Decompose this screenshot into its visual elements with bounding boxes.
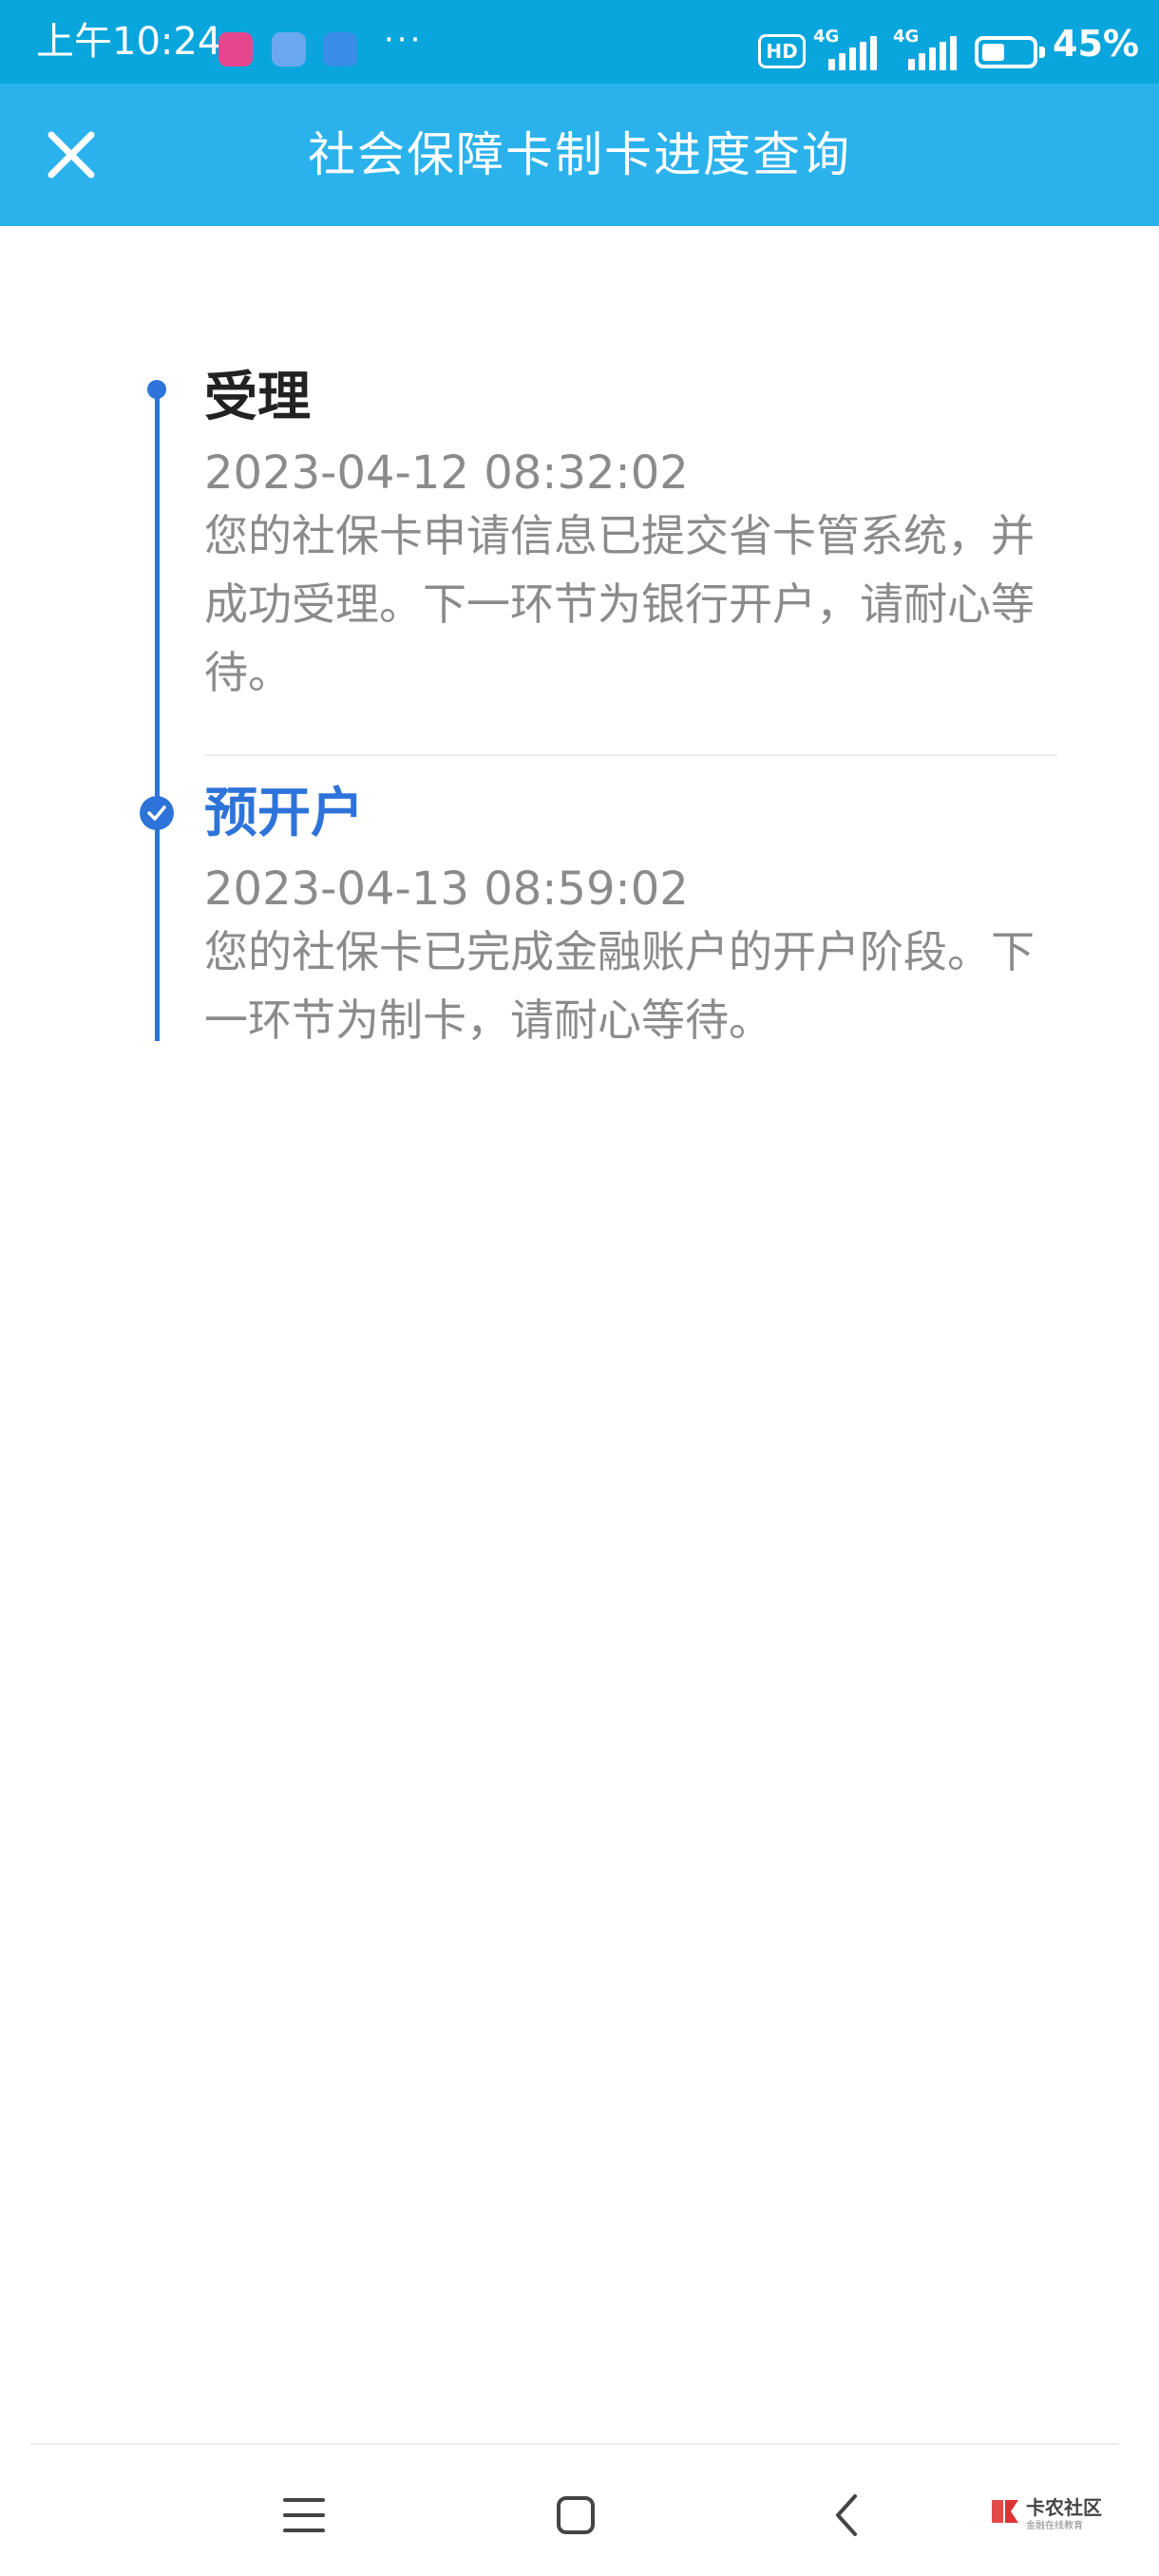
network-type-2: 4G [893,27,920,47]
step-title: 受理 [204,367,311,428]
step-title: 预开户 [204,783,364,844]
app-icon-alipay [323,32,357,66]
status-bar: 上午10:24 ··· HD 4G 4G 45% [0,0,1159,84]
timeline-step-accepted: 受理 2023-04-12 08:32:02 您的社保卡申请信息已提交省卡管系统… [204,365,1059,707]
check-circle-icon [140,796,174,830]
home-button[interactable] [538,2477,614,2553]
step-time: 2023-04-13 08:59:02 [204,862,689,916]
timeline-line [155,388,160,1041]
header-bar: 社会保障卡制卡进度查询 [0,84,1159,226]
watermark-logo: 卡农社区 金融在线教育 [988,2491,1130,2538]
app-icon-blue [272,32,306,66]
timeline-step-pre-account: 预开户 2023-04-13 08:59:02 您的社保卡已完成金融账户的开户阶… [204,781,1059,1054]
home-icon [557,2496,595,2534]
system-nav-bar: 卡农社区 金融在线教育 [0,2443,1159,2576]
watermark-icon [992,2500,1018,2523]
watermark-subtext: 金融在线教育 [1026,2521,1083,2531]
menu-icon [283,2498,325,2532]
hd-voice-icon: HD [758,34,806,68]
battery-percent: 45% [1053,23,1139,65]
step-time: 2023-04-12 08:32:02 [204,446,689,500]
status-time: 上午10:24 [36,20,222,64]
signal-icon-2: 4G [893,27,960,70]
back-icon [836,2494,857,2536]
menu-button[interactable] [266,2477,342,2553]
battery-fill [982,44,1004,61]
signal-icon-1: 4G [813,27,880,70]
battery-icon [975,36,1045,68]
app-icon-pink [218,32,253,66]
watermark-text: 卡农社区 [1026,2496,1102,2519]
timeline-dot [147,380,166,399]
step-description: 您的社保卡申请信息已提交省卡管系统，并成功受理。下一环节为银行开户，请耐心等待。 [204,510,1035,698]
back-button[interactable] [809,2477,885,2553]
close-button[interactable] [38,122,104,188]
page-title: 社会保障卡制卡进度查询 [308,127,851,182]
network-type-1: 4G [813,27,840,47]
more-notifications-icon: ··· [384,21,424,59]
step-divider [204,754,1057,756]
close-icon [48,131,95,179]
step-description: 您的社保卡已完成金融账户的开户阶段。下一环节为制卡，请耐心等待。 [204,926,1035,1046]
nav-divider [30,2443,1119,2445]
